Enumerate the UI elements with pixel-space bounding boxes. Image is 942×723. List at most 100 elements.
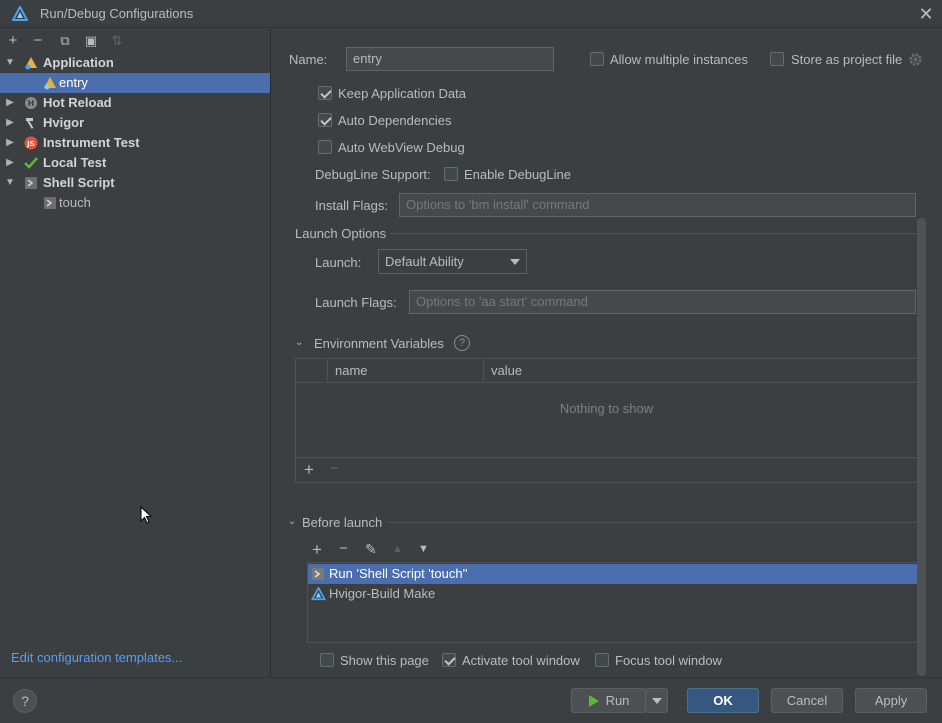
edit-icon[interactable]: ✎ (365, 541, 377, 558)
install-flags-field[interactable]: Options to 'bm install' command (399, 193, 916, 217)
ok-button[interactable]: OK (687, 688, 759, 713)
left-toolbar: + − ⧉ ▣ ⇅ (0, 29, 271, 53)
before-launch-title[interactable]: Before launch (302, 515, 382, 530)
svg-text:H: H (28, 99, 35, 108)
empty-state-text: Nothing to show (559, 401, 654, 416)
tree-item-application[interactable]: ▼ Application (0, 53, 270, 73)
chevron-right-icon[interactable]: ▶ (4, 93, 16, 113)
chevron-down-icon[interactable]: ⌄ (288, 516, 296, 527)
move-down-icon[interactable]: ▼ (418, 543, 429, 555)
allow-multiple-label: Allow multiple instances (610, 52, 749, 67)
auto-webview-checkbox[interactable] (318, 140, 332, 154)
tree-item-label: Application (43, 55, 114, 70)
show-page-label: Show this page (340, 653, 429, 668)
shell-script-icon (312, 568, 324, 580)
list-item[interactable]: Run 'Shell Script 'touch'' (308, 564, 925, 584)
tree-item-local-test[interactable]: ▶ Local Test (0, 153, 270, 173)
tree-item-hvigor[interactable]: ▶ Hvigor (0, 113, 270, 133)
launch-options-title: Launch Options (295, 226, 387, 241)
name-field[interactable]: entry (346, 47, 554, 71)
copy-config-icon[interactable]: ⧉ (55, 31, 75, 51)
activate-tool-checkbox[interactable] (442, 653, 456, 667)
application-icon (25, 57, 37, 70)
help-button[interactable]: ? (13, 689, 37, 713)
tree-item-label: Hvigor (43, 115, 85, 130)
edit-templates-link[interactable]: Edit configuration templates... (11, 650, 182, 665)
show-page-checkbox[interactable] (320, 653, 334, 667)
name-label: Name: (289, 52, 328, 67)
allow-multiple-checkbox[interactable] (590, 52, 604, 66)
play-icon (589, 695, 599, 707)
checkmark-icon (24, 157, 38, 169)
move-up-icon[interactable]: ▲ (392, 543, 403, 555)
help-icon[interactable]: ? (454, 335, 470, 351)
add-config-icon[interactable]: + (3, 31, 23, 51)
column-header-name[interactable]: name (327, 359, 483, 383)
env-vars-title[interactable]: Environment Variables (314, 336, 444, 351)
section-divider (387, 522, 926, 523)
keep-app-data-label: Keep Application Data (338, 86, 466, 101)
env-table-header: name value (296, 359, 917, 383)
env-table-toolbar: + − (296, 457, 917, 483)
tree-item-shell-script[interactable]: ▼ Shell Script (0, 173, 270, 193)
mouse-cursor-icon (140, 506, 152, 524)
list-item-label: Hvigor-Build Make (329, 586, 436, 601)
tree-item-label: entry (59, 75, 88, 90)
auto-dependencies-checkbox[interactable] (318, 113, 332, 127)
remove-icon[interactable]: − (330, 460, 339, 477)
enable-debugline-checkbox[interactable] (444, 167, 458, 181)
before-launch-list: Run 'Shell Script 'touch'' Hvigor-Build … (307, 562, 926, 643)
list-item-label: Run 'Shell Script 'touch'' (329, 566, 468, 581)
add-icon[interactable]: + (312, 540, 322, 560)
run-options-dropdown[interactable] (645, 688, 668, 713)
env-vars-table: name value Nothing to show + − (295, 358, 918, 483)
run-button-label: Run (605, 693, 630, 708)
tree-item-touch[interactable]: touch (0, 193, 270, 213)
chevron-right-icon[interactable]: ▶ (4, 153, 16, 173)
install-flags-label: Install Flags: (315, 198, 388, 213)
chevron-down-icon (510, 259, 520, 265)
apply-button[interactable]: Apply (855, 688, 927, 713)
sort-icon[interactable]: ⇅ (107, 31, 127, 51)
run-button[interactable]: Run (571, 688, 646, 713)
tree-item-instrument-test[interactable]: ▶ JS Instrument Test (0, 133, 270, 153)
launch-label: Launch: (315, 255, 362, 270)
tree-item-label: touch (59, 195, 91, 210)
folder-icon[interactable]: ▣ (81, 31, 101, 51)
auto-webview-label: Auto WebView Debug (338, 140, 465, 155)
auto-dependencies-label: Auto Dependencies (338, 113, 452, 128)
keep-app-data-checkbox[interactable] (318, 86, 332, 100)
chevron-down-icon[interactable]: ▼ (4, 173, 16, 193)
close-icon[interactable]: ✕ (916, 4, 936, 24)
section-divider (390, 233, 917, 234)
tree-item-label: Local Test (43, 155, 107, 170)
hot-reload-icon: H (25, 97, 37, 109)
remove-config-icon[interactable]: − (28, 31, 48, 51)
chevron-down-icon (652, 698, 662, 704)
app-logo-icon (12, 6, 28, 21)
debugline-label: DebugLine Support: (315, 167, 431, 182)
column-header-value[interactable]: value (483, 359, 917, 383)
scrollbar[interactable] (917, 218, 926, 676)
launch-flags-field[interactable]: Options to 'aa start' command (409, 290, 916, 314)
focus-tool-checkbox[interactable] (595, 653, 609, 667)
tree-item-label: Shell Script (43, 175, 115, 190)
list-item[interactable]: Hvigor-Build Make (308, 584, 925, 604)
chevron-down-icon[interactable]: ⌄ (295, 337, 303, 348)
launch-dropdown[interactable]: Default Ability (378, 249, 527, 274)
chevron-down-icon[interactable]: ▼ (4, 53, 16, 73)
chevron-right-icon[interactable]: ▶ (4, 113, 16, 133)
launch-flags-label: Launch Flags: (315, 295, 397, 310)
tree-item-label: Instrument Test (43, 135, 140, 150)
cancel-button[interactable]: Cancel (771, 688, 843, 713)
remove-icon[interactable]: − (339, 540, 348, 557)
gear-icon[interactable] (908, 52, 923, 67)
activate-tool-label: Activate tool window (462, 653, 580, 668)
tree-item-entry[interactable]: entry (0, 73, 270, 93)
store-project-checkbox[interactable] (770, 52, 784, 66)
add-icon[interactable]: + (304, 460, 314, 480)
shell-script-icon (25, 177, 37, 189)
js-test-icon: JS (24, 136, 38, 150)
chevron-right-icon[interactable]: ▶ (4, 133, 16, 153)
tree-item-hot-reload[interactable]: ▶ H Hot Reload (0, 93, 270, 113)
